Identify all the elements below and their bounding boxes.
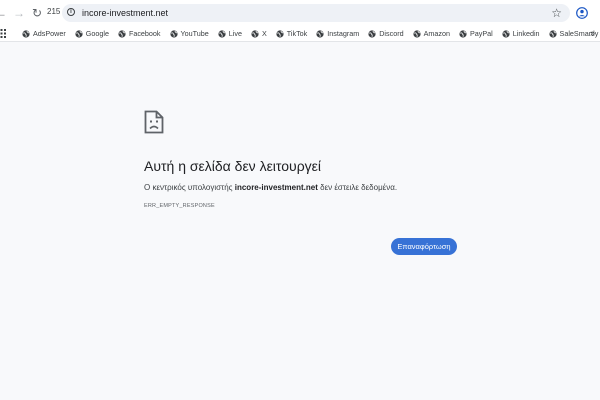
bookmark-label: YouTube	[180, 29, 209, 38]
error-code: ERR_EMPTY_RESPONSE	[144, 203, 215, 209]
bookmark-item[interactable]: Google	[75, 29, 109, 38]
bookmark-label: Live	[228, 29, 242, 38]
error-page: Αυτή η σελίδα δεν λειτουργεί Ο κεντρικός…	[0, 42, 600, 400]
bookmark-label: Discord	[379, 29, 404, 38]
bookmark-label: X	[261, 29, 267, 38]
globe-icon	[169, 29, 178, 38]
browser-toolbar: ← → ↻ 215 i incore-investment.net ☆	[0, 0, 600, 26]
bookmark-item[interactable]: YouTube	[169, 29, 209, 38]
site-info-icon[interactable]: i	[67, 8, 75, 16]
bookmark-label: AdsPower	[33, 29, 66, 38]
bookmark-label: Instagram	[327, 29, 360, 38]
sad-page-icon	[144, 110, 164, 134]
globe-icon	[316, 29, 324, 38]
bookmark-label: Google	[85, 29, 109, 38]
globe-icon	[368, 29, 376, 38]
globe-icon	[502, 29, 510, 38]
bookmark-item[interactable]: Instagram	[316, 29, 359, 38]
globe-icon	[118, 29, 126, 38]
error-description: Ο κεντρικός υπολογιστής incore-investmen…	[144, 183, 397, 192]
error-title: Αυτή η σελίδα δεν λειτουργεί	[144, 158, 322, 174]
apps-grid-icon[interactable]	[0, 29, 6, 38]
profile-icon[interactable]	[576, 7, 588, 19]
bookmark-item[interactable]: Facebook	[118, 29, 161, 38]
globe-icon	[459, 29, 467, 38]
error-description-prefix: Ο κεντρικός υπολογιστής	[144, 183, 235, 192]
globe-icon	[413, 29, 421, 38]
reload-button[interactable]: Επαναφόρτωση	[391, 238, 457, 255]
bookmark-label: Linkedin	[512, 29, 540, 38]
chevron-double-right-icon[interactable]: »	[590, 27, 595, 40]
bookmark-item[interactable]: Live	[218, 29, 242, 38]
bookmark-item[interactable]: Discord	[368, 29, 404, 38]
bookmark-item[interactable]: PayPal	[459, 29, 493, 38]
bookmark-item[interactable]: X	[251, 29, 267, 38]
address-bar[interactable]: i incore-investment.net ☆	[62, 4, 570, 22]
error-host: incore-investment.net	[234, 183, 318, 192]
bookmark-label: Amazon	[423, 29, 450, 38]
bookmarks-list: AdsPower Google Facebook YouTube Live X TikTok…	[22, 26, 600, 41]
globe-icon	[251, 29, 259, 38]
error-description-suffix: δεν έστειλε δεδομένα.	[317, 183, 398, 192]
back-arrow-icon[interactable]: ←	[0, 5, 7, 21]
reload-icon[interactable]: ↻	[30, 5, 44, 21]
globe-icon	[75, 29, 83, 38]
bookmark-star-icon[interactable]: ☆	[551, 5, 562, 21]
bookmark-item[interactable]: Amazon	[413, 29, 450, 38]
globe-icon	[548, 29, 557, 38]
bookmark-label: TikTok	[286, 29, 308, 38]
bookmark-label: PayPal	[469, 29, 493, 38]
globe-icon	[218, 29, 226, 38]
bookmark-item[interactable]: AdsPower	[22, 29, 66, 38]
globe-icon	[276, 29, 284, 38]
url-text[interactable]: incore-investment.net	[82, 7, 168, 19]
forward-arrow-icon[interactable]: →	[12, 5, 26, 21]
bookmark-label: Facebook	[128, 29, 161, 38]
reload-count: 215	[47, 7, 61, 16]
globe-icon	[22, 29, 30, 38]
bookmark-item[interactable]: Linkedin	[502, 29, 540, 38]
bookmarks-bar: AdsPower Google Facebook YouTube Live X TikTok…	[0, 26, 600, 42]
bookmark-item[interactable]: TikTok	[276, 29, 308, 38]
